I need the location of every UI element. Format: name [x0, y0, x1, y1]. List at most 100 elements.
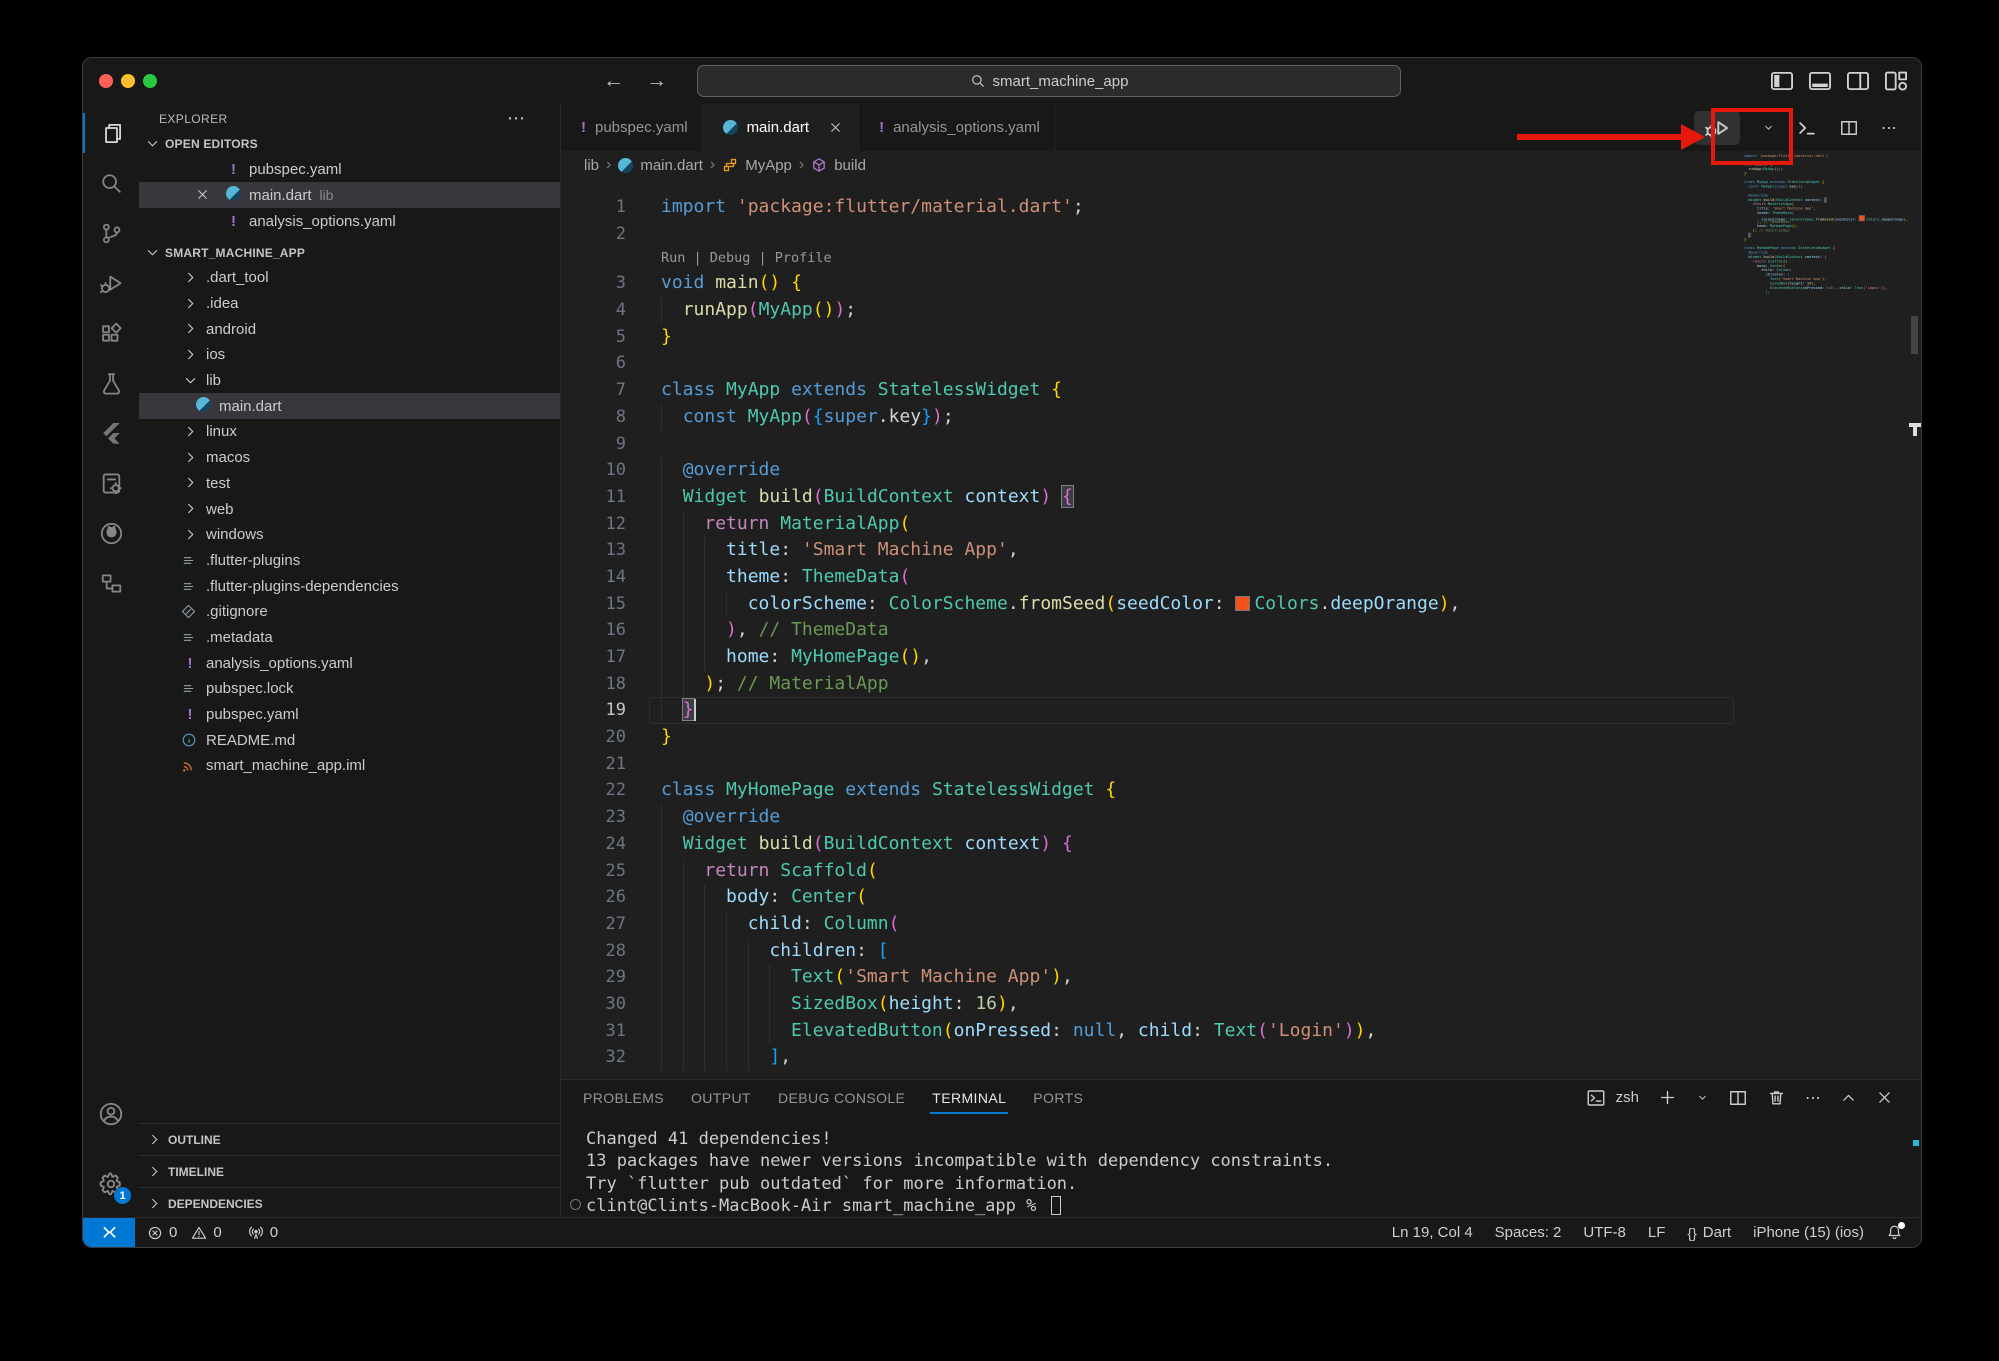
- tree-item-pubspec-lock[interactable]: pubspec.lock: [139, 676, 560, 702]
- forward-icon[interactable]: →: [646, 69, 667, 93]
- status-cursor-position[interactable]: Ln 19, Col 4: [1392, 1224, 1473, 1241]
- code-line-29[interactable]: 29 Text('Smart Machine App'),: [561, 964, 1744, 991]
- code-line-11[interactable]: 11 Widget build(BuildContext context) {: [561, 484, 1744, 511]
- terminal-output[interactable]: Changed 41 dependencies!13 packages have…: [586, 1128, 1333, 1217]
- code-line-1[interactable]: 1import 'package:flutter/material.dart';: [561, 194, 1744, 221]
- panel-tab-problems[interactable]: PROBLEMS: [583, 1090, 664, 1106]
- code-line-24[interactable]: 24 Widget build(BuildContext context) {: [561, 831, 1744, 858]
- titlebar[interactable]: ← → smart_machine_app: [83, 58, 1921, 105]
- close-icon[interactable]: [828, 120, 844, 136]
- open-terminal-icon[interactable]: [1797, 118, 1817, 138]
- editor-scrollbar[interactable]: [1908, 151, 1922, 1079]
- problems-status[interactable]: 00: [147, 1224, 222, 1241]
- close-button[interactable]: [99, 74, 113, 88]
- code-line-12[interactable]: 12 return MaterialApp(: [561, 511, 1744, 538]
- code-line-10[interactable]: 10 @override: [561, 457, 1744, 484]
- code-line-5[interactable]: 5}: [561, 324, 1744, 351]
- back-icon[interactable]: ←: [603, 69, 624, 93]
- tab-pubspec.yaml[interactable]: !pubspec.yaml: [561, 104, 703, 151]
- tab-main.dart[interactable]: main.dart: [703, 104, 860, 151]
- split-editor-icon[interactable]: [1839, 118, 1859, 138]
- tree-item-macos[interactable]: macos: [139, 445, 560, 471]
- terminal-dropdown-icon[interactable]: [1696, 1091, 1709, 1104]
- open-editor-item[interactable]: main.dartlib: [139, 182, 560, 208]
- activity-project-manager-icon[interactable]: [83, 561, 139, 605]
- code-line-23[interactable]: 23 @override: [561, 804, 1744, 831]
- code-line-31[interactable]: 31 ElevatedButton(onPressed: null, child…: [561, 1018, 1744, 1045]
- activity-source-control-icon[interactable]: [83, 211, 139, 255]
- panel-more-actions-icon[interactable]: ⋯: [1805, 1088, 1821, 1108]
- tree-item--idea[interactable]: .idea: [139, 291, 560, 317]
- code-line-17[interactable]: 17 home: MyHomePage(),: [561, 644, 1744, 671]
- panel-tab-ports[interactable]: PORTS: [1033, 1090, 1083, 1106]
- tree-item-web[interactable]: web: [139, 496, 560, 522]
- breadcrumb-item[interactable]: build: [834, 157, 866, 174]
- customize-layout-icon[interactable]: [1883, 68, 1909, 94]
- activity-github-icon[interactable]: [83, 511, 139, 555]
- code-line-15[interactable]: 15 colorScheme: ColorScheme.fromSeed(see…: [561, 591, 1744, 618]
- new-terminal-icon[interactable]: [1658, 1088, 1677, 1107]
- activity-accounts-icon[interactable]: [83, 1092, 139, 1136]
- status-eol[interactable]: LF: [1648, 1224, 1666, 1241]
- code-editor[interactable]: 1import 'package:flutter/material.dart';…: [561, 179, 1744, 1079]
- activity-run-and-debug-icon[interactable]: [83, 261, 139, 305]
- project-section-header[interactable]: SMART_MACHINE_APP: [139, 241, 560, 265]
- code-line-4[interactable]: 4 runApp(MyApp());: [561, 297, 1744, 324]
- toggle-secondary-sidebar-icon[interactable]: [1845, 68, 1871, 94]
- kill-terminal-icon[interactable]: [1767, 1088, 1786, 1107]
- code-line-16[interactable]: 16 ), // ThemeData: [561, 617, 1744, 644]
- sidebar-section-timeline[interactable]: TIMELINE: [139, 1155, 560, 1187]
- tree-item--gitignore[interactable]: .gitignore: [139, 599, 560, 625]
- activity-search-icon[interactable]: [83, 161, 139, 205]
- code-line-14[interactable]: 14 theme: ThemeData(: [561, 564, 1744, 591]
- code-line-7[interactable]: 7class MyApp extends StatelessWidget {: [561, 377, 1744, 404]
- tree-item-ios[interactable]: ios: [139, 342, 560, 368]
- tree-item--flutter-plugins-dependencies[interactable]: .flutter-plugins-dependencies: [139, 573, 560, 599]
- terminal-prompt-line[interactable]: clint@Clints-MacBook-Air smart_machine_a…: [586, 1195, 1333, 1217]
- tree-item-smart-machine-app-iml[interactable]: smart_machine_app.iml: [139, 753, 560, 779]
- code-line-18[interactable]: 18 ); // MaterialApp: [561, 671, 1744, 698]
- zoom-button[interactable]: [143, 74, 157, 88]
- status-indentation[interactable]: Spaces: 2: [1495, 1224, 1562, 1241]
- tree-item-linux[interactable]: linux: [139, 419, 560, 445]
- status-notifications[interactable]: [1886, 1224, 1903, 1241]
- tree-item--dart-tool[interactable]: .dart_tool: [139, 265, 560, 291]
- tree-item-test[interactable]: test: [139, 471, 560, 497]
- activity-explorer-icon[interactable]: [83, 111, 139, 155]
- code-line-2[interactable]: 2: [561, 221, 1744, 248]
- status-device[interactable]: iPhone (15) (ios): [1753, 1224, 1864, 1241]
- tree-item-main-dart[interactable]: main.dart: [139, 393, 560, 419]
- code-line-3[interactable]: 3void main() {: [561, 270, 1744, 297]
- maximize-panel-icon[interactable]: [1840, 1089, 1857, 1106]
- code-line-30[interactable]: 30 SizedBox(height: 16),: [561, 991, 1744, 1018]
- editor-more-actions-icon[interactable]: ⋯: [1881, 118, 1897, 138]
- code-line-21[interactable]: 21: [561, 751, 1744, 778]
- code-line-9[interactable]: 9: [561, 431, 1744, 458]
- sidebar-section-dependencies[interactable]: DEPENDENCIES: [139, 1187, 560, 1219]
- tree-item-analysis-options-yaml[interactable]: !analysis_options.yaml: [139, 650, 560, 676]
- breadcrumb-item[interactable]: main.dart: [640, 157, 703, 174]
- close-panel-icon[interactable]: [1876, 1089, 1893, 1106]
- panel-tab-debug-console[interactable]: DEBUG CONSOLE: [778, 1090, 905, 1106]
- tree-item-pubspec-yaml[interactable]: !pubspec.yaml: [139, 702, 560, 728]
- shell-label[interactable]: zsh: [1616, 1089, 1639, 1106]
- status-language[interactable]: {}Dart: [1687, 1224, 1731, 1241]
- code-line-20[interactable]: 20}: [561, 724, 1744, 751]
- code-line-27[interactable]: 27 child: Column(: [561, 911, 1744, 938]
- remote-indicator[interactable]: [83, 1218, 135, 1247]
- color-swatch[interactable]: [1859, 216, 1864, 221]
- code-line-25[interactable]: 25 return Scaffold(: [561, 858, 1744, 885]
- code-line-26[interactable]: 26 body: Center(: [561, 884, 1744, 911]
- breadcrumb-item[interactable]: lib: [584, 157, 599, 174]
- minimap[interactable]: import 'package:flutter/material.dart';v…: [1744, 154, 1908, 1079]
- activity-dart-devtools-icon[interactable]: [83, 461, 139, 505]
- code-line-19[interactable]: 19 }: [561, 697, 1744, 724]
- panel-tab-terminal[interactable]: TERMINAL: [932, 1090, 1006, 1106]
- open-editor-item[interactable]: !analysis_options.yaml: [139, 208, 560, 234]
- tree-item--flutter-plugins[interactable]: .flutter-plugins: [139, 548, 560, 574]
- panel-tab-output[interactable]: OUTPUT: [691, 1090, 751, 1106]
- tree-item-windows[interactable]: windows: [139, 522, 560, 548]
- open-editors-header[interactable]: OPEN EDITORS: [139, 132, 560, 156]
- codelens-run-debug-profile[interactable]: Run | Debug | Profile: [661, 247, 832, 270]
- forwarded-ports-status[interactable]: 0: [248, 1224, 278, 1241]
